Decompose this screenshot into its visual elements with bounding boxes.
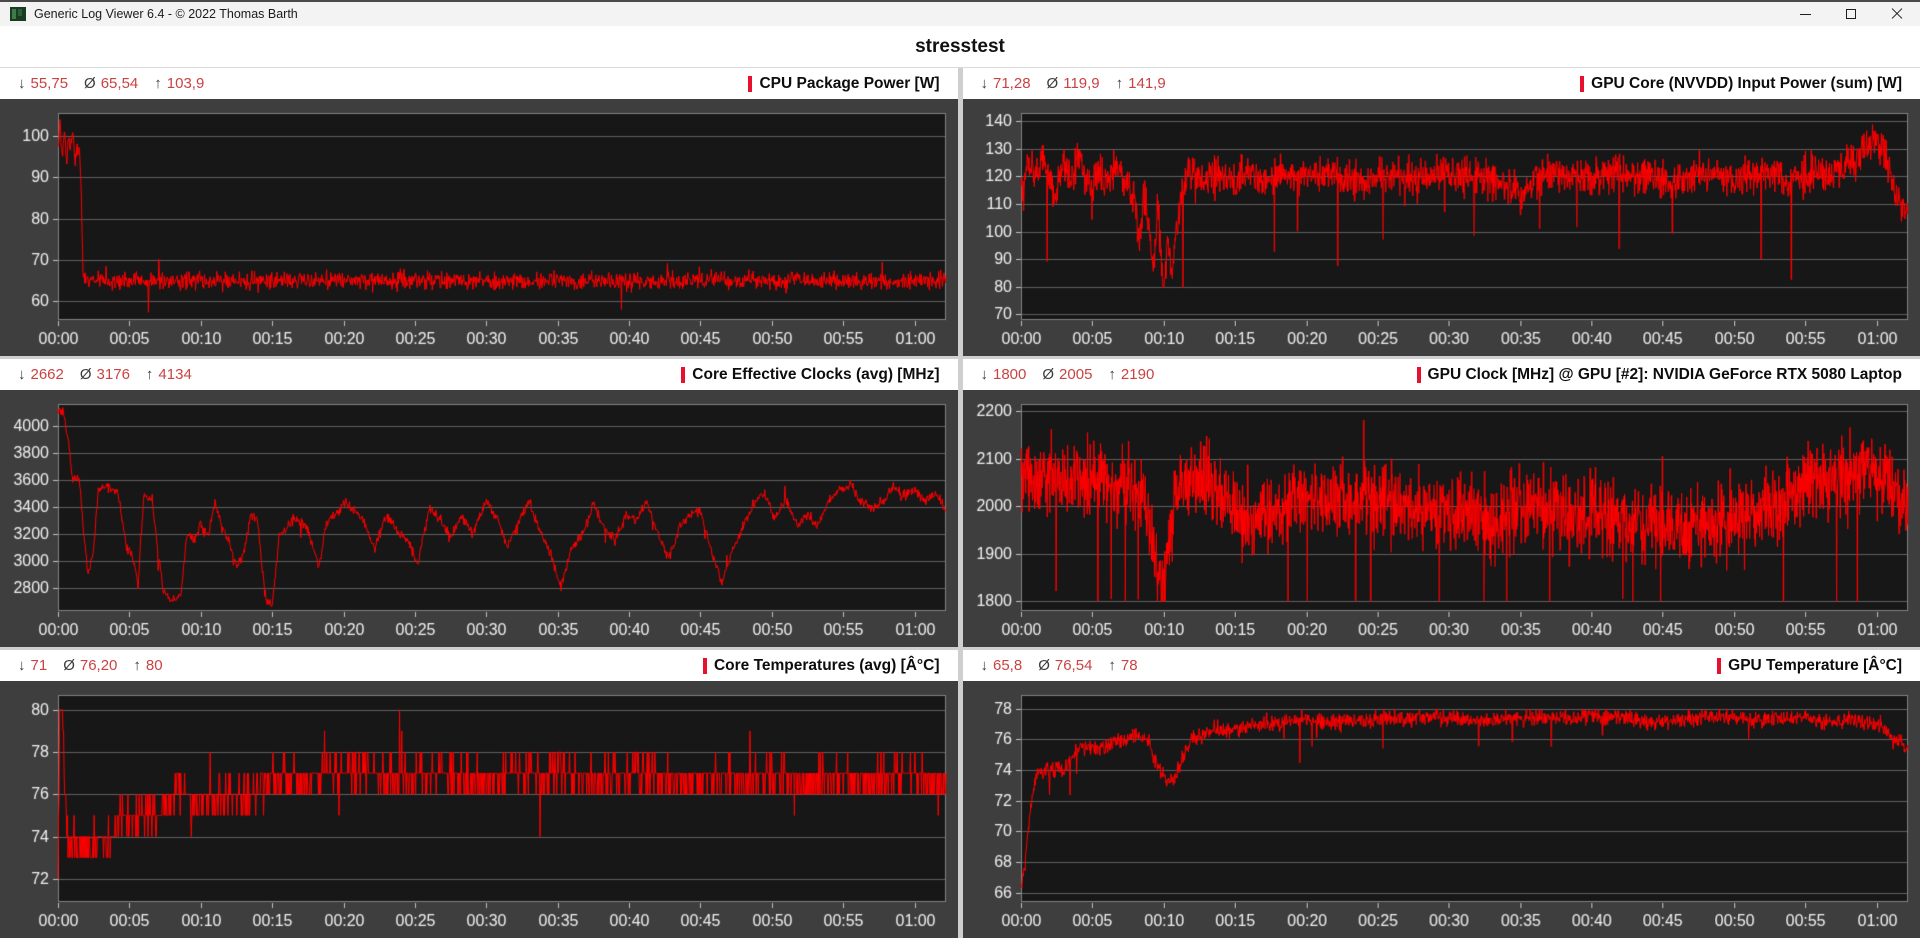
chart-stats: ↓ 71 Ø 76,20 ↑ 80: [18, 657, 179, 674]
avg-icon: Ø: [84, 75, 96, 92]
series-color-chip: [1717, 658, 1721, 674]
avg-value: 76,54: [1055, 657, 1093, 674]
chart-panel-core-temperatures: ↓ 71 Ø 76,20 ↑ 80 Core Temperatures (avg) […: [0, 650, 958, 938]
avg-value: 76,20: [80, 657, 118, 674]
max-value: 78: [1121, 657, 1138, 674]
chart-panel-gpu-temperature: ↓65,8 Ø 76,54 ↑ 78 GPU Temperature [Â°C]: [963, 650, 1920, 938]
avg-icon: Ø: [63, 657, 75, 674]
min-value: 71: [31, 657, 48, 674]
min-value: 65,8: [993, 657, 1022, 674]
charts-grid: ↓ 55,75 Ø 65,54 ↑ 103,9 CPU Package Power […: [0, 68, 1920, 938]
chart-canvas-gpu-temperature[interactable]: [963, 681, 1920, 938]
series-color-chip: [703, 658, 707, 674]
chart-panel-core-effective-clocks: ↓ 2662 Ø 3176 ↑4134 Core Effective Clocks …: [0, 359, 958, 647]
chart-title: GPU Clock [MHz] @ GPU [#2]: NVIDIA GeFor…: [1417, 366, 1902, 384]
chart-panel-gpu-input-power: ↓71,28 Ø119,9 ↑141,9 GPU Core (NVVDD) In…: [963, 68, 1920, 356]
max-arrow-icon: ↑: [146, 366, 154, 383]
chart-title: CPU Package Power [W]: [748, 75, 939, 93]
series-color-chip: [1417, 367, 1421, 383]
max-arrow-icon: ↑: [133, 657, 141, 674]
chart-stats: ↓ 2662 Ø 3176 ↑4134: [18, 366, 208, 383]
avg-value: 2005: [1059, 366, 1092, 383]
close-icon: [1891, 8, 1903, 20]
min-arrow-icon: ↓: [981, 75, 989, 92]
min-arrow-icon: ↓: [981, 366, 989, 383]
chart-panel-cpu-package-power: ↓ 55,75 Ø 65,54 ↑ 103,9 CPU Package Power […: [0, 68, 958, 356]
avg-icon: Ø: [1042, 366, 1054, 383]
max-arrow-icon: ↑: [1108, 366, 1116, 383]
chart-header: ↓ 71 Ø 76,20 ↑ 80 Core Temperatures (avg) […: [0, 650, 958, 681]
window-controls: [1782, 2, 1920, 26]
chart-title-label: GPU Clock [MHz] @ GPU [#2]: NVIDIA GeFor…: [1428, 366, 1902, 384]
chart-canvas-cpu-package-power[interactable]: [0, 99, 958, 356]
chart-title: GPU Core (NVVDD) Input Power (sum) [W]: [1580, 75, 1902, 93]
min-arrow-icon: ↓: [18, 657, 26, 674]
chart-stats: ↓65,8 Ø 76,54 ↑ 78: [981, 657, 1154, 674]
min-value: 1800: [993, 366, 1026, 383]
chart-header: ↓71,28 Ø119,9 ↑141,9 GPU Core (NVVDD) In…: [963, 68, 1920, 99]
max-value: 103,9: [167, 75, 205, 92]
window-title: Generic Log Viewer 6.4 - © 2022 Thomas B…: [34, 7, 1782, 21]
chart-stats: ↓1800 Ø 2005 ↑ 2190: [981, 366, 1171, 383]
chart-title: GPU Temperature [Â°C]: [1717, 657, 1902, 675]
min-value: 2662: [31, 366, 64, 383]
minimize-icon: [1800, 14, 1811, 15]
maximize-icon: [1846, 9, 1856, 19]
page-title: stresstest: [915, 36, 1005, 58]
min-arrow-icon: ↓: [981, 657, 989, 674]
chart-stats: ↓71,28 Ø119,9 ↑141,9: [981, 75, 1182, 92]
avg-icon: Ø: [1038, 657, 1050, 674]
chart-header: ↓ 55,75 Ø 65,54 ↑ 103,9 CPU Package Power […: [0, 68, 958, 99]
chart-header: ↓1800 Ø 2005 ↑ 2190 GPU Clock [MHz] @ GPU …: [963, 359, 1920, 390]
series-color-chip: [681, 367, 685, 383]
max-value: 2190: [1121, 366, 1154, 383]
series-color-chip: [1580, 76, 1584, 92]
chart-canvas-core-effective-clocks[interactable]: [0, 390, 958, 647]
max-value: 4134: [158, 366, 191, 383]
chart-title-label: Core Temperatures (avg) [Â°C]: [714, 657, 940, 675]
avg-icon: Ø: [80, 366, 92, 383]
max-arrow-icon: ↑: [154, 75, 162, 92]
min-arrow-icon: ↓: [18, 366, 26, 383]
max-arrow-icon: ↑: [1108, 657, 1116, 674]
chart-panel-gpu-clock: ↓1800 Ø 2005 ↑ 2190 GPU Clock [MHz] @ GPU …: [963, 359, 1920, 647]
chart-title-label: Core Effective Clocks (avg) [MHz]: [692, 366, 939, 384]
min-value: 55,75: [31, 75, 69, 92]
chart-stats: ↓ 55,75 Ø 65,54 ↑ 103,9: [18, 75, 220, 92]
chart-header: ↓ 2662 Ø 3176 ↑4134 Core Effective Clocks …: [0, 359, 958, 390]
chart-title-label: CPU Package Power [W]: [759, 75, 939, 93]
document-header: stresstest: [0, 26, 1920, 68]
series-color-chip: [748, 76, 752, 92]
max-arrow-icon: ↑: [1116, 75, 1124, 92]
chart-canvas-core-temperatures[interactable]: [0, 681, 958, 938]
min-value: 71,28: [993, 75, 1031, 92]
maximize-button[interactable]: [1828, 2, 1874, 26]
minimize-button[interactable]: [1782, 2, 1828, 26]
max-value: 141,9: [1128, 75, 1166, 92]
close-button[interactable]: [1874, 2, 1920, 26]
avg-value: 3176: [97, 366, 130, 383]
chart-title: Core Temperatures (avg) [Â°C]: [703, 657, 940, 675]
chart-header: ↓65,8 Ø 76,54 ↑ 78 GPU Temperature [Â°C]: [963, 650, 1920, 681]
avg-value: 119,9: [1063, 75, 1099, 92]
min-arrow-icon: ↓: [18, 75, 26, 92]
avg-icon: Ø: [1047, 75, 1059, 92]
chart-title-label: GPU Temperature [Â°C]: [1728, 657, 1902, 675]
max-value: 80: [146, 657, 163, 674]
app-icon: [10, 7, 26, 21]
chart-title-label: GPU Core (NVVDD) Input Power (sum) [W]: [1591, 75, 1902, 93]
window-titlebar: Generic Log Viewer 6.4 - © 2022 Thomas B…: [0, 0, 1920, 26]
chart-title: Core Effective Clocks (avg) [MHz]: [681, 366, 939, 384]
chart-canvas-gpu-clock[interactable]: [963, 390, 1920, 647]
chart-canvas-gpu-input-power[interactable]: [963, 99, 1920, 356]
avg-value: 65,54: [101, 75, 139, 92]
